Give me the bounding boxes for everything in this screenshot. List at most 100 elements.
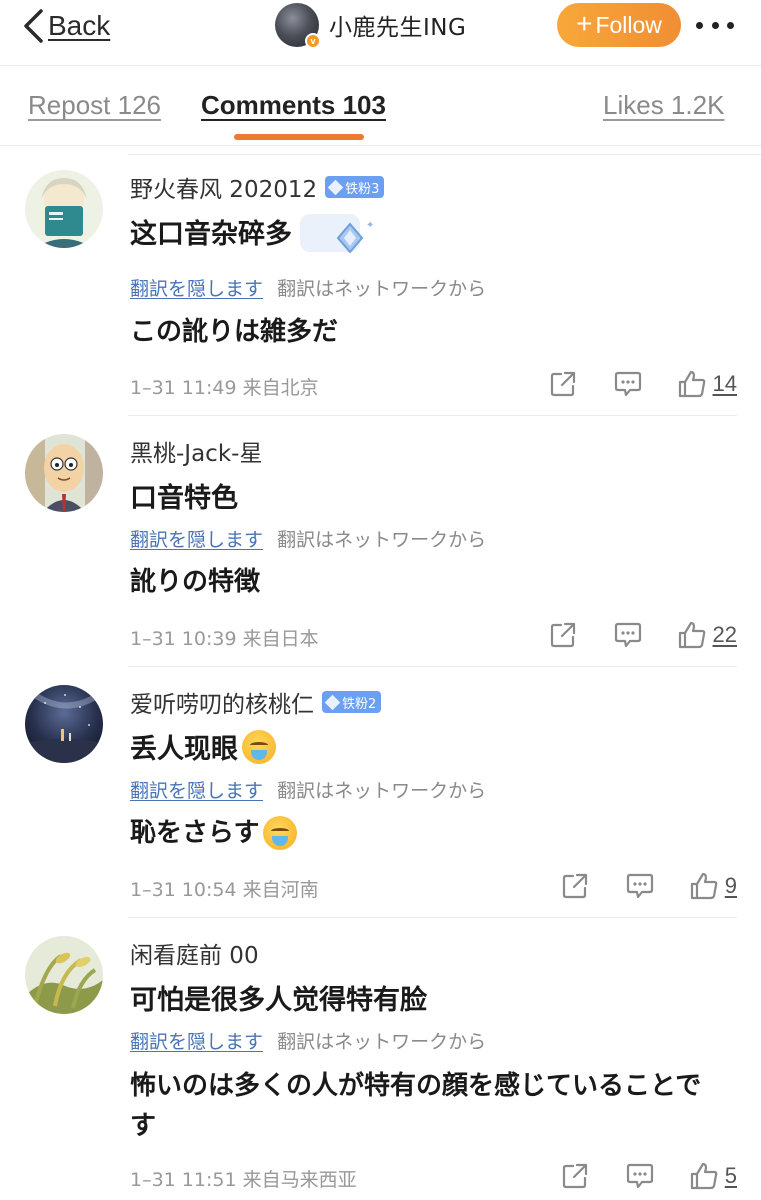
comment-username[interactable]: 爱听唠叨的核桃仁 铁粉2 — [130, 685, 382, 719]
translated-text: 恥をさらす — [130, 813, 298, 853]
like-button[interactable]: 9 — [689, 871, 737, 901]
reply-button[interactable] — [613, 370, 643, 398]
chevron-left-icon — [24, 9, 43, 43]
comment-text: 可怕是很多人觉得特有脸 — [130, 985, 427, 1016]
avatar[interactable] — [25, 170, 103, 248]
avatar[interactable]: v — [275, 3, 321, 49]
verified-badge: v — [305, 33, 321, 49]
tab-likes[interactable]: Likes 1.2K — [603, 90, 724, 121]
avatar[interactable] — [25, 685, 103, 763]
follow-label: Follow — [595, 11, 662, 38]
comment-bubble-icon — [614, 371, 641, 397]
username-text[interactable]: 爱听唠叨的核桃仁 — [130, 685, 314, 719]
dot-icon — [727, 21, 734, 29]
fan-badge: 铁粉3 — [325, 176, 385, 198]
comment-text: 丢人现眼 — [130, 727, 276, 766]
share-button[interactable] — [561, 872, 589, 900]
translated-text: この訛りは雑多だ — [130, 317, 339, 347]
translation-source: 翻訳はネットワークから — [277, 1031, 487, 1053]
translation-controls: 翻訳を隠します 翻訳はネットワークから — [130, 1027, 486, 1054]
like-count[interactable]: 22 — [713, 622, 737, 648]
avatar[interactable] — [25, 434, 103, 512]
follow-button[interactable]: + Follow — [557, 3, 681, 47]
fan-badge: 铁粉2 — [322, 691, 382, 713]
like-count[interactable]: 9 — [725, 873, 737, 899]
reply-button[interactable] — [613, 621, 643, 649]
comment-item: 黑桃-Jack-星 口音特色 翻訳を隠します 翻訳はネットワークから 訛りの特徴… — [0, 416, 761, 667]
like-count[interactable]: 5 — [725, 1163, 737, 1189]
comment-username[interactable]: 野火春风 202012 铁粉3 — [130, 170, 385, 204]
tab-bar: Repost 126 Comments 103 Likes 1.2K — [0, 66, 761, 146]
back-label[interactable]: Back — [48, 10, 110, 42]
diamond-icon — [324, 694, 341, 710]
share-button[interactable] — [561, 1162, 589, 1190]
translated-text-continued: す — [130, 1111, 157, 1141]
crying-face-emoji-icon — [242, 729, 276, 764]
comment-actions: 9 — [561, 870, 737, 902]
username-text[interactable]: 闲看庭前 00 — [130, 936, 259, 970]
hide-translation-link[interactable]: 翻訳を隠します — [130, 278, 263, 300]
thumbs-up-icon — [690, 1162, 718, 1190]
tab-comments[interactable]: Comments 103 — [201, 90, 386, 121]
reply-button[interactable] — [625, 872, 655, 900]
comment-bubble-icon — [626, 873, 653, 899]
share-icon — [562, 873, 587, 899]
like-count[interactable]: 14 — [713, 371, 737, 397]
comment-meta: 1–31 11:49 来自北京 — [130, 377, 319, 399]
comment-username[interactable]: 黑桃-Jack-星 — [130, 434, 262, 468]
like-button[interactable]: 5 — [689, 1161, 737, 1191]
thumbs-up-icon — [690, 872, 718, 900]
hide-translation-link[interactable]: 翻訳を隠します — [130, 1031, 263, 1053]
comment-username[interactable]: 闲看庭前 00 — [130, 936, 259, 970]
comment-meta: 1–31 10:39 来自日本 — [130, 628, 319, 650]
translation-source: 翻訳はネットワークから — [277, 780, 487, 802]
share-icon — [550, 622, 575, 648]
comment-meta: 1–31 10:54 来自河南 — [130, 879, 319, 901]
active-tab-indicator — [234, 134, 364, 140]
tab-repost[interactable]: Repost 126 — [28, 90, 161, 121]
comment-actions: 5 — [561, 1160, 737, 1192]
comment-text: 口音特色 — [130, 483, 238, 514]
profile-name[interactable]: 小鹿先生ING — [329, 8, 466, 42]
comment-bubble-icon — [626, 1163, 653, 1189]
diamond-sticker-icon: ✦ — [300, 214, 374, 254]
comment-bubble-icon — [614, 622, 641, 648]
more-options-icon[interactable] — [690, 11, 740, 39]
translated-text: 訛りの特徴 — [130, 567, 261, 597]
share-icon — [562, 1163, 587, 1189]
comment-item: 野火春风 202012 铁粉3 这口音杂碎多 ✦ 翻訳を隠します 翻訳はネットワ… — [0, 146, 761, 416]
plus-icon: + — [576, 8, 593, 39]
translation-source: 翻訳はネットワークから — [277, 278, 487, 300]
comment-item: 爱听唠叨的核桃仁 铁粉2 丢人现眼 翻訳を隠します 翻訳はネットワークから 恥を… — [0, 667, 761, 918]
username-text[interactable]: 黑桃-Jack-星 — [130, 434, 262, 468]
username-text[interactable]: 野火春风 202012 — [130, 170, 317, 204]
dot-icon — [711, 21, 719, 29]
thumbs-up-icon — [678, 621, 705, 649]
comment-actions: 14 — [549, 368, 737, 400]
avatar[interactable] — [25, 936, 103, 1014]
like-button[interactable]: 14 — [677, 369, 737, 399]
translation-controls: 翻訳を隠します 翻訳はネットワークから — [130, 776, 486, 803]
translation-controls: 翻訳を隠します 翻訳はネットワークから — [130, 274, 486, 301]
reply-button[interactable] — [625, 1162, 655, 1190]
hide-translation-link[interactable]: 翻訳を隠します — [130, 780, 263, 802]
comment-text: 这口音杂碎多 — [130, 219, 292, 250]
comment-actions: 22 — [549, 619, 737, 651]
comment-meta: 1–31 11:51 来自马来西亚 — [130, 1169, 357, 1191]
thumbs-up-icon — [678, 370, 705, 398]
diamond-icon — [327, 179, 344, 195]
crying-face-emoji-icon — [263, 816, 298, 850]
translation-controls: 翻訳を隠します 翻訳はネットワークから — [130, 525, 486, 552]
share-icon — [550, 371, 575, 397]
translated-text: 怖いのは多くの人が特有の顔を感じていることで — [130, 1071, 702, 1101]
top-navigation-bar: Back v 小鹿先生ING + Follow — [0, 0, 761, 66]
back-button[interactable]: Back — [22, 6, 110, 46]
share-button[interactable] — [549, 370, 577, 398]
translation-source: 翻訳はネットワークから — [277, 529, 487, 551]
comment-item: 闲看庭前 00 可怕是很多人觉得特有脸 翻訳を隠します 翻訳はネットワークから … — [0, 918, 761, 1200]
hide-translation-link[interactable]: 翻訳を隠します — [130, 529, 263, 551]
share-button[interactable] — [549, 621, 577, 649]
profile-header[interactable]: v 小鹿先生ING — [275, 2, 466, 49]
like-button[interactable]: 22 — [677, 620, 737, 650]
dot-icon — [696, 21, 703, 29]
